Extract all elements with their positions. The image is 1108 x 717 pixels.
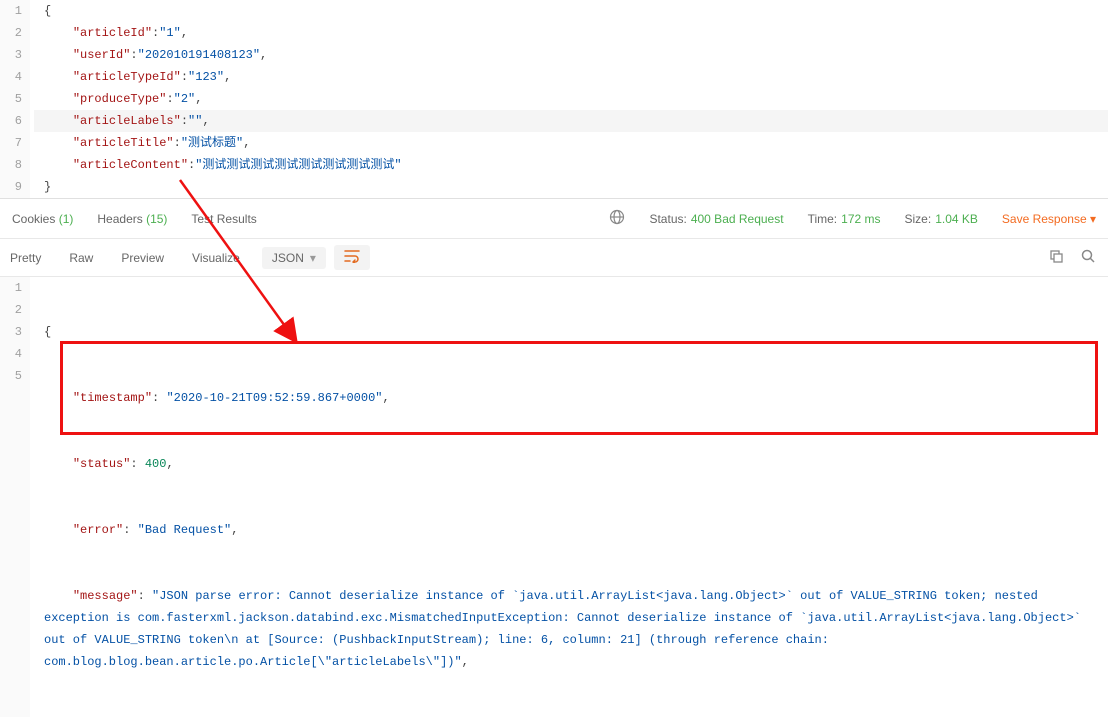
format-label: JSON (272, 251, 304, 265)
time-indicator: Time: 172 ms (808, 212, 881, 226)
tab-label: Headers (97, 212, 142, 226)
search-icon (1080, 248, 1096, 264)
view-raw[interactable]: Raw (55, 245, 107, 271)
request-body-editor[interactable]: 1 2 3 4 5 6 7 8 9 { "articleId":"1", "us… (0, 0, 1108, 199)
json-value: "2020-10-21T09:52:59.867+0000" (166, 391, 382, 405)
json-brace: { (44, 325, 51, 339)
save-response-label: Save Response (1002, 212, 1087, 226)
tab-count: (15) (146, 212, 167, 226)
time-value: 172 ms (841, 212, 880, 226)
json-key: "message" (73, 589, 138, 603)
wrap-icon (344, 249, 360, 263)
chevron-down-icon: ▾ (310, 251, 316, 265)
code-line[interactable]: } (34, 176, 1108, 198)
code-line[interactable]: "produceType":"2", (34, 88, 1108, 110)
response-code[interactable]: { "timestamp": "2020-10-21T09:52:59.867+… (30, 277, 1108, 717)
tab-cookies[interactable]: Cookies (1) (12, 212, 73, 226)
response-body-viewer[interactable]: 1 2 3 4 5 { "timestamp": "2020-10-21T09:… (0, 277, 1108, 717)
code-line[interactable]: "articleId":"1", (34, 22, 1108, 44)
status-label: Status: (649, 212, 686, 226)
code-line[interactable]: "articleTitle":"测试标题", (34, 132, 1108, 154)
gutter-line: 2 (0, 22, 22, 44)
request-gutter: 1 2 3 4 5 6 7 8 9 (0, 0, 30, 198)
response-gutter: 1 2 3 4 5 (0, 277, 30, 717)
status-value: 400 Bad Request (691, 212, 784, 226)
status-indicator: Status: 400 Bad Request (649, 212, 783, 226)
response-view-bar: Pretty Raw Preview Visualize JSON ▾ (0, 239, 1108, 277)
size-label: Size: (905, 212, 932, 226)
gutter-line: 3 (0, 321, 22, 343)
tab-label: Cookies (12, 212, 55, 226)
gutter-line: 5 (0, 365, 22, 387)
globe-icon[interactable] (609, 209, 625, 228)
gutter-line: 1 (0, 277, 22, 299)
json-message-value: "JSON parse error: Cannot deserialize in… (44, 589, 1088, 669)
response-tabbar: Cookies (1) Headers (15) Test Results St… (0, 199, 1108, 239)
code-line[interactable]: "userId":"202010191408123", (34, 44, 1108, 66)
view-visualize[interactable]: Visualize (178, 245, 254, 271)
gutter-line: 3 (0, 44, 22, 66)
tab-count: (1) (59, 212, 74, 226)
json-value: "Bad Request" (138, 523, 232, 537)
request-code[interactable]: { "articleId":"1", "userId":"20201019140… (30, 0, 1108, 198)
gutter-line: 4 (0, 66, 22, 88)
code-line[interactable]: "articleLabels":"", (34, 110, 1108, 132)
search-button[interactable] (1072, 244, 1104, 272)
tab-headers[interactable]: Headers (15) (97, 212, 167, 226)
copy-icon (1048, 248, 1064, 264)
json-value: 400 (145, 457, 167, 471)
tab-test-results[interactable]: Test Results (191, 212, 256, 226)
copy-button[interactable] (1040, 244, 1072, 272)
json-key: "status" (73, 457, 131, 471)
gutter-line: 5 (0, 88, 22, 110)
save-response-button[interactable]: Save Response ▾ (1002, 212, 1096, 226)
gutter-line: 1 (0, 0, 22, 22)
wrap-lines-button[interactable] (334, 245, 370, 270)
gutter-line: 2 (0, 299, 22, 321)
gutter-line: 9 (0, 176, 22, 198)
gutter-line: 6 (0, 110, 22, 132)
code-line[interactable]: "articleContent":"测试测试测试测试测试测试测试测试" (34, 154, 1108, 176)
view-pretty[interactable]: Pretty (4, 245, 55, 271)
json-key: "timestamp" (73, 391, 152, 405)
gutter-line: 8 (0, 154, 22, 176)
code-line[interactable]: { (34, 0, 1108, 22)
view-preview[interactable]: Preview (107, 245, 178, 271)
time-label: Time: (808, 212, 838, 226)
size-indicator: Size: 1.04 KB (905, 212, 978, 226)
json-key: "error" (73, 523, 123, 537)
gutter-line: 7 (0, 132, 22, 154)
format-dropdown[interactable]: JSON ▾ (262, 247, 326, 269)
gutter-line: 4 (0, 343, 22, 365)
size-value: 1.04 KB (935, 212, 978, 226)
chevron-down-icon: ▾ (1090, 212, 1096, 226)
code-line[interactable]: "articleTypeId":"123", (34, 66, 1108, 88)
